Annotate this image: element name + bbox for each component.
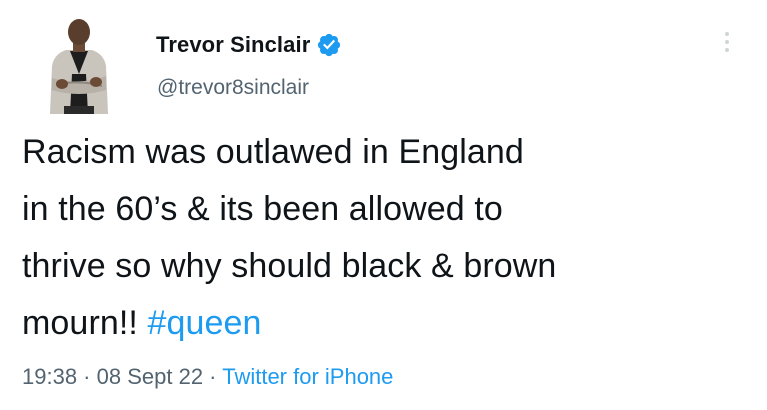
tweet-text-fragment: mourn!!	[22, 304, 148, 342]
verified-badge-icon	[316, 32, 342, 58]
meta-separator: ·	[77, 364, 97, 389]
author-name-row[interactable]: Trevor Sinclair	[156, 30, 342, 60]
tweet-source-link[interactable]: Twitter for iPhone	[222, 364, 393, 389]
tweet-text-line: thrive so why should black & brown	[22, 247, 557, 285]
tweet-metadata: 19:38 · 08 Sept 22 · Twitter for iPhone	[22, 364, 393, 390]
tweet-card: Trevor Sinclair @trevor8sinclair Racism …	[0, 0, 767, 410]
tweet-text-line: in the 60’s & its been allowed to	[22, 190, 503, 228]
tweet-text-line-last: mourn!! #queen	[22, 295, 752, 352]
hashtag-link[interactable]: #queen	[148, 304, 262, 342]
display-name[interactable]: Trevor Sinclair	[156, 32, 310, 58]
author-handle[interactable]: @trevor8sinclair	[157, 76, 309, 100]
tweet-time[interactable]: 19:38	[22, 364, 77, 389]
more-options-icon[interactable]	[722, 28, 732, 56]
profile-photo-icon	[36, 14, 122, 114]
meta-separator: ·	[203, 364, 223, 389]
tweet-text-line: Racism was outlawed in England	[22, 133, 524, 171]
tweet-date[interactable]: 08 Sept 22	[97, 364, 203, 389]
avatar[interactable]	[36, 14, 122, 114]
tweet-text: Racism was outlawed in England in the 60…	[22, 124, 752, 352]
